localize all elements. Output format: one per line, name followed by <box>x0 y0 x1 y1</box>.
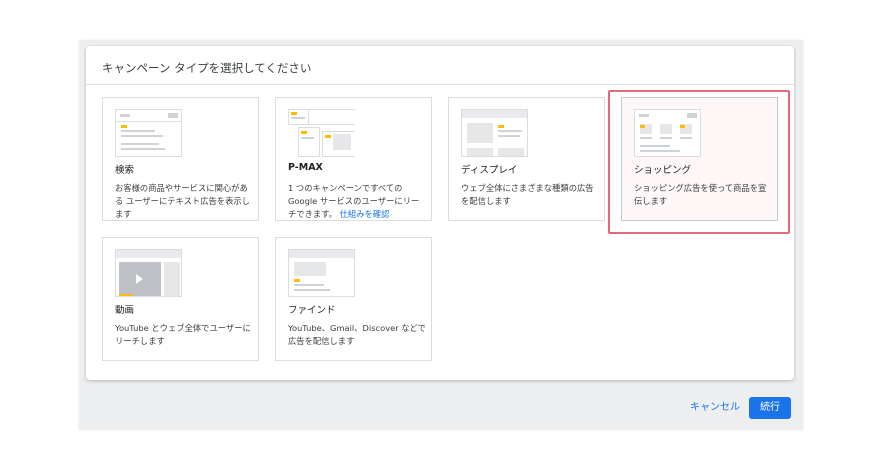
campaign-card-pmax[interactable]: P-MAX 1 つのキャンペーンですべての Google サービスのユーザーにリ… <box>275 97 432 221</box>
continue-button[interactable]: 続行 <box>749 397 791 419</box>
card-description: ウェブ全体にさまざまな種類の広告を配信します <box>461 183 594 206</box>
cancel-button[interactable]: キャンセル <box>690 398 740 413</box>
card-description: YouTube とウェブ全体でユーザーにリーチします <box>115 323 251 346</box>
card-title: 検索 <box>115 165 135 176</box>
pmax-illustration <box>288 109 355 157</box>
campaign-card-search[interactable]: 検索 お客様の商品やサービスに関心がある ユーザーにテキスト広告を表示します <box>102 97 259 221</box>
card-description: YouTube、Gmail、Discover などで広告を配信します <box>288 323 426 346</box>
card-title: P-MAX <box>288 162 323 173</box>
search-illustration <box>115 109 182 157</box>
card-title: ディスプレイ <box>461 165 518 176</box>
campaign-card-display[interactable]: ディスプレイ ウェブ全体にさまざまな種類の広告を配信します <box>448 97 605 221</box>
display-illustration <box>461 109 528 157</box>
discovery-illustration <box>288 249 355 297</box>
selection-highlight <box>608 90 790 234</box>
card-description: 1 つのキャンペーンですべての Google サービスのユーザーにリーチできます… <box>288 182 426 221</box>
title-divider <box>86 84 794 85</box>
card-title: 動画 <box>115 305 135 316</box>
campaign-card-video[interactable]: 動画 YouTube とウェブ全体でユーザーにリーチします <box>102 237 259 361</box>
dialog-title: キャンペーン タイプを選択してください <box>102 61 312 75</box>
card-description: お客様の商品やサービスに関心がある ユーザーにテキスト広告を表示します <box>115 183 250 219</box>
play-icon <box>136 274 143 284</box>
video-illustration <box>115 249 182 297</box>
card-title: ファインド <box>288 305 336 316</box>
learn-more-link[interactable]: 仕組みを確認 <box>340 209 390 219</box>
campaign-card-discovery[interactable]: ファインド YouTube、Gmail、Discover などで広告を配信します <box>275 237 432 361</box>
